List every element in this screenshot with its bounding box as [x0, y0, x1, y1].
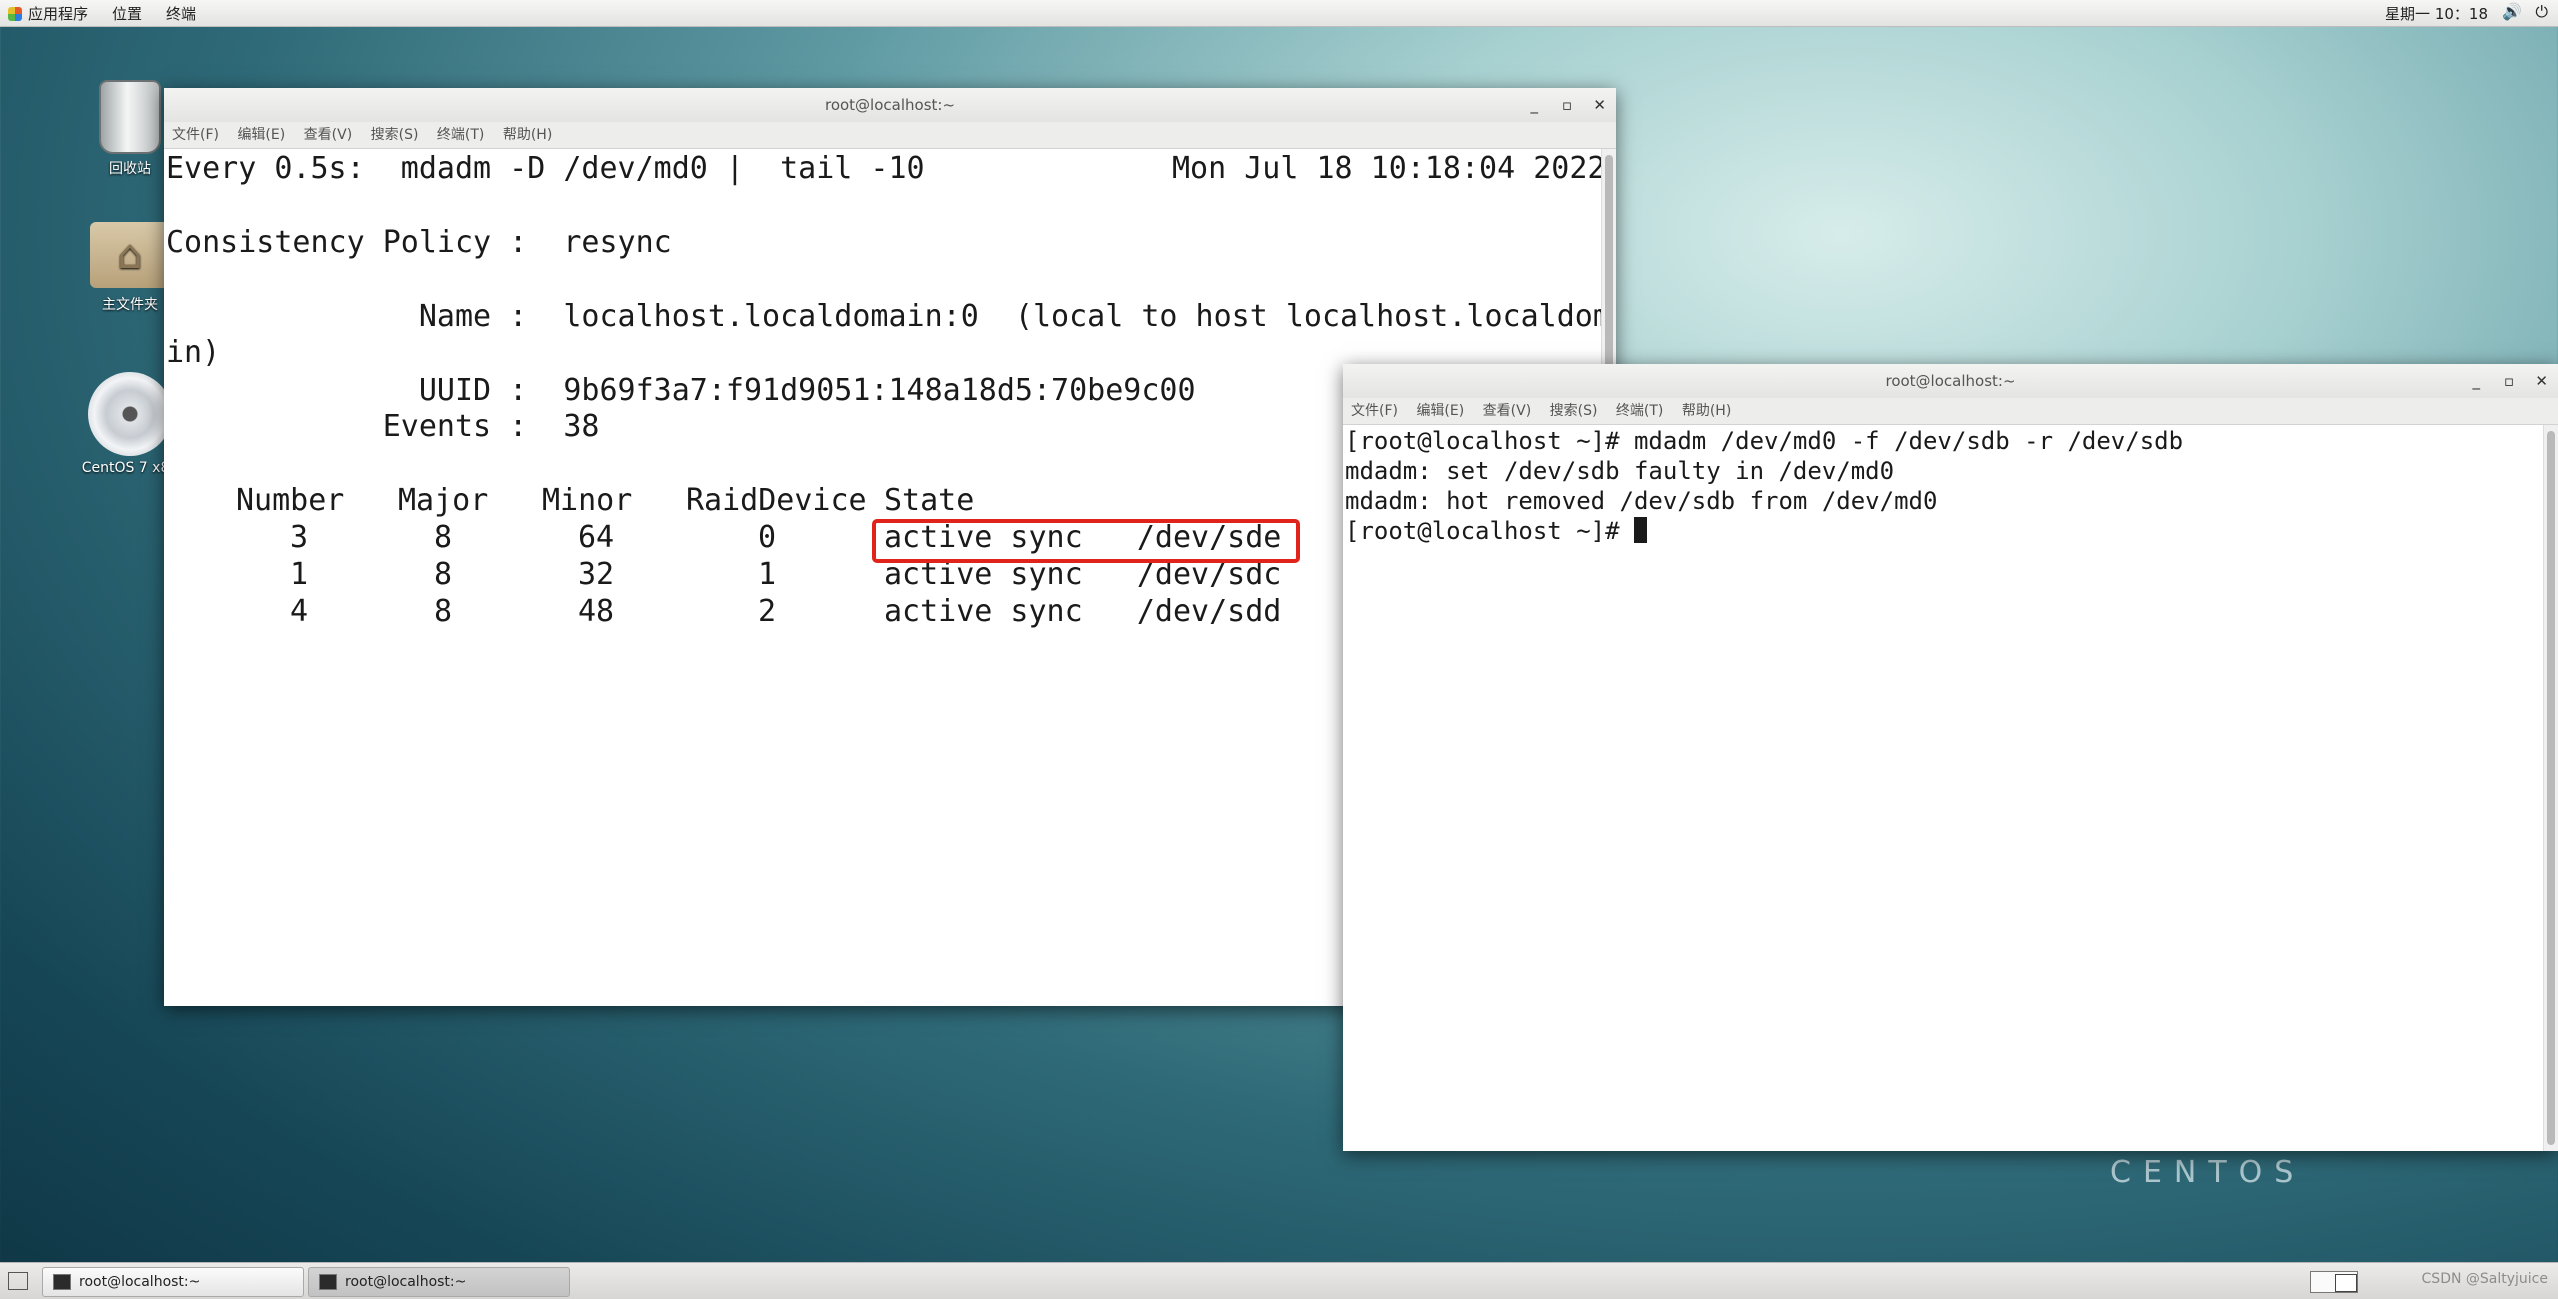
places-menu[interactable]: 位置 [112, 3, 142, 24]
menu-view[interactable]: 查看(V) [304, 122, 353, 148]
top-panel: 应用程序 位置 终端 星期一 10：18 🔊 ⏻ [0, 0, 2558, 27]
terminal-line: mdadm: hot removed /dev/sdb from /dev/md… [1345, 487, 1938, 515]
menu-search[interactable]: 搜索(S) [1550, 398, 1598, 424]
close-icon[interactable]: ✕ [1593, 88, 1606, 122]
taskbar-item-active[interactable]: root@localhost:~ [308, 1267, 570, 1297]
cd-icon [88, 372, 172, 456]
centos-brand: CENTOS [2110, 1155, 2306, 1190]
close-icon[interactable]: ✕ [2535, 364, 2548, 398]
terminal-line: mdadm: set /dev/sdb faulty in /dev/md0 [1345, 457, 1895, 485]
name-wrap-line: in) [166, 335, 221, 370]
trash-icon [99, 80, 161, 154]
events-line: Events : 38 [166, 409, 600, 444]
row-major: 8 [434, 520, 453, 555]
name-line: Name : localhost.localdomain:0 (local to… [166, 299, 1602, 334]
applications-menu[interactable]: 应用程序 [8, 3, 88, 24]
col-state-header: State [884, 483, 975, 518]
workspace-1[interactable] [2335, 1274, 2357, 1292]
row-major: 8 [434, 594, 453, 629]
consistency-line: Consistency Policy : resync [166, 225, 672, 260]
menu-file[interactable]: 文件(F) [1351, 398, 1398, 424]
terminal-window-2[interactable]: root@localhost:~ _ ▫ ✕ 文件(F) 编辑(E) 查看(V)… [1343, 364, 2558, 1151]
row-number: 3 [290, 520, 309, 555]
minimize-icon[interactable]: _ [1531, 88, 1539, 122]
menu-terminal[interactable]: 终端(T) [1616, 398, 1663, 424]
terminal-output[interactable]: [root@localhost ~]# mdadm /dev/md0 -f /d… [1343, 425, 2544, 1151]
highlight-box [872, 519, 1300, 563]
row-minor: 64 [578, 520, 615, 555]
taskbar-item-label: root@localhost:~ [79, 1274, 201, 1290]
home-folder-icon [90, 222, 170, 288]
minimize-icon[interactable]: _ [2473, 364, 2481, 398]
row-raid: 1 [758, 557, 777, 592]
bottom-panel: root@localhost:~ root@localhost:~ CSDN @… [0, 1262, 2558, 1299]
col-minor-header: Minor [542, 483, 633, 518]
workspace-switcher[interactable] [2310, 1271, 2358, 1293]
terminal-line: [root@localhost ~]# mdadm /dev/md0 -f /d… [1345, 427, 2184, 455]
row-number: 1 [290, 557, 309, 592]
menu-edit[interactable]: 编辑(E) [237, 122, 285, 148]
menu-help[interactable]: 帮助(H) [1682, 398, 1731, 424]
show-desktop-icon[interactable] [8, 1272, 28, 1290]
clock[interactable]: 星期一 10：18 [2385, 3, 2488, 24]
terminal-icon [53, 1274, 71, 1290]
taskbar-item-label: root@localhost:~ [345, 1274, 467, 1290]
window-title[interactable]: root@localhost:~ [1343, 364, 2558, 399]
menu-view[interactable]: 查看(V) [1483, 398, 1532, 424]
row-raid: 2 [758, 594, 777, 629]
row-minor: 48 [578, 594, 615, 629]
watch-header: Every 0.5s: mdadm -D /dev/md0 | tail -10 [166, 151, 925, 186]
row-state: active sync /dev/sdd [884, 594, 1282, 629]
menubar: 文件(F) 编辑(E) 查看(V) 搜索(S) 终端(T) 帮助(H) [1343, 398, 2558, 425]
applications-label: 应用程序 [28, 5, 89, 23]
watermark: CSDN @Saltyjuice [2421, 1271, 2548, 1287]
terminal-icon [319, 1274, 337, 1290]
col-number-header: Number [236, 483, 345, 518]
volume-icon[interactable]: 🔊 [2502, 2, 2522, 21]
menu-edit[interactable]: 编辑(E) [1416, 398, 1464, 424]
window-title[interactable]: root@localhost:~ [164, 88, 1616, 123]
row-minor: 32 [578, 557, 615, 592]
power-icon[interactable]: ⏻ [2535, 2, 2548, 22]
menubar: 文件(F) 编辑(E) 查看(V) 搜索(S) 终端(T) 帮助(H) [164, 122, 1616, 149]
scrollbar[interactable] [2543, 425, 2558, 1151]
applications-icon [8, 6, 22, 21]
uuid-line: UUID : 9b69f3a7:f91d9051:148a18d5:70be9c… [166, 373, 1196, 408]
watch-timestamp: Mon Jul 18 10:18:04 2022 [1172, 151, 1602, 186]
prompt-line[interactable]: [root@localhost ~]# [1345, 517, 1647, 545]
menu-help[interactable]: 帮助(H) [503, 122, 552, 148]
terminal-menu[interactable]: 终端 [166, 3, 196, 24]
maximize-icon[interactable]: ▫ [2504, 364, 2514, 398]
col-major-header: Major [398, 483, 489, 518]
text-cursor [1633, 517, 1647, 543]
row-raid: 0 [758, 520, 777, 555]
menu-terminal[interactable]: 终端(T) [437, 122, 484, 148]
maximize-icon[interactable]: ▫ [1562, 88, 1572, 122]
prompt-text: [root@localhost ~]# [1345, 517, 1634, 545]
row-number: 4 [290, 594, 309, 629]
menu-file[interactable]: 文件(F) [172, 122, 219, 148]
col-raiddevice-header: RaidDevice [686, 483, 867, 518]
menu-search[interactable]: 搜索(S) [371, 122, 419, 148]
taskbar-item[interactable]: root@localhost:~ [42, 1267, 304, 1297]
scrollbar-thumb[interactable] [2547, 431, 2555, 1145]
row-major: 8 [434, 557, 453, 592]
